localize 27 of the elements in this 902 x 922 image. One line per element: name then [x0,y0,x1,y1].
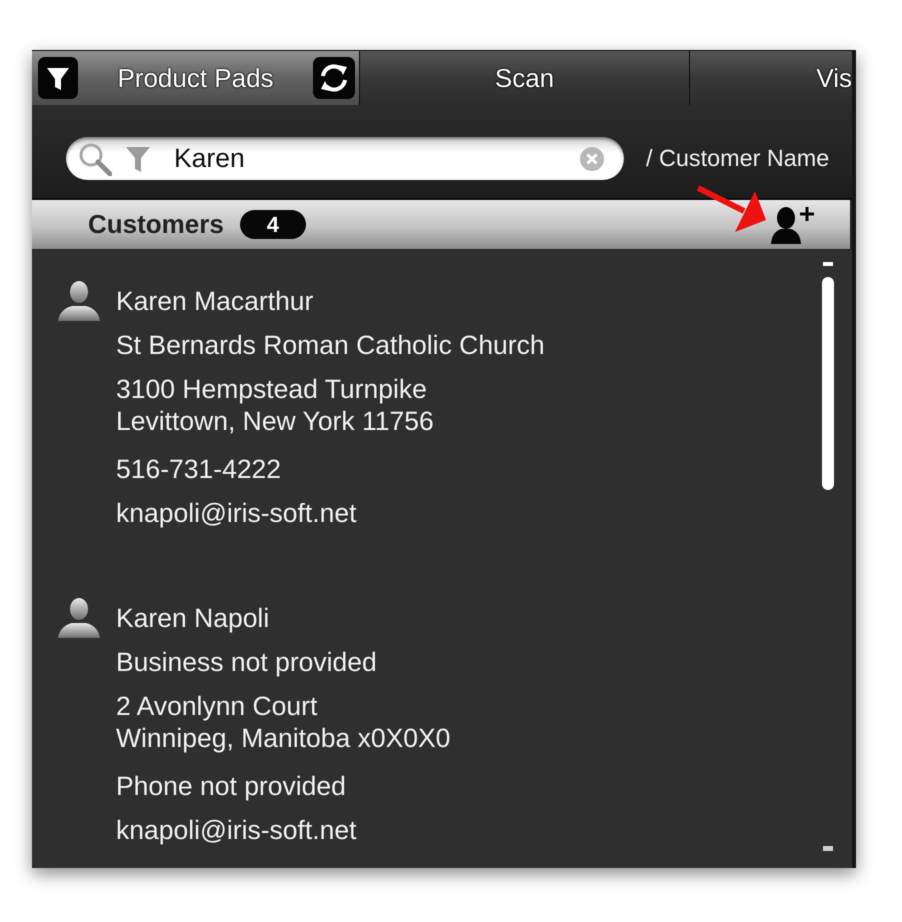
search-icon [78,142,112,176]
email-address: knapoli@iris-soft.net [116,497,358,529]
phone-number: 516-731-4222 [116,453,282,485]
scrollbar-thumb[interactable] [822,277,834,490]
tab[interactable]: Scan [360,51,690,105]
customer-name[interactable]: Karen Napoli [116,602,450,634]
clear-icon[interactable] [580,146,604,170]
address-line: 2 Avonlynn Court [116,690,318,722]
phone-number: Phone not provided [116,770,347,802]
address-line: Levittown, New York 11756 [116,405,435,437]
filter-icon[interactable] [38,57,78,99]
search-scope-label[interactable]: / Customer Name [646,137,830,180]
customer-name[interactable]: Karen Macarthur [116,285,545,317]
email-address: knapoli@iris-soft.net [116,814,358,846]
search-field[interactable]: Karen [66,137,624,180]
address-line: 3100 Hempstead Turnpike [116,373,428,405]
person-icon [58,598,100,638]
business-name: Business not provided [116,646,378,678]
count-badge: 4 [240,210,306,239]
business-name: St Bernards Roman Catholic Church [116,329,545,361]
customers-title: Customers [88,209,224,240]
tab[interactable]: Product Pads [32,51,360,105]
address-line: Winnipeg, Manitoba x0X0X0 [116,722,450,754]
refresh-icon[interactable] [313,57,355,99]
add-person-icon[interactable] [770,206,814,244]
tab[interactable]: Vis [690,51,852,105]
person-icon [58,281,100,321]
